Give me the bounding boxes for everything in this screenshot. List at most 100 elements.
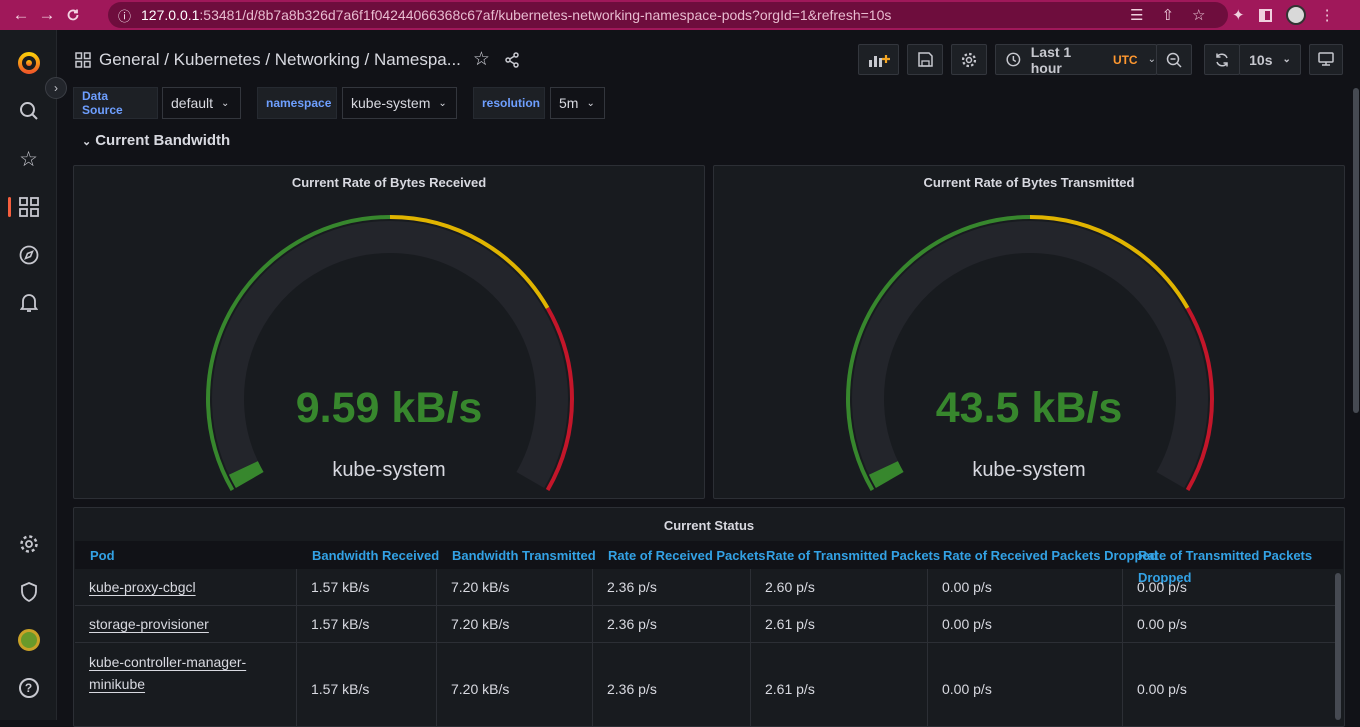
dashboard-title[interactable]: Kubernetes / Networking / Namespa... [174,50,461,70]
chevron-down-icon: ⌄ [221,97,230,109]
table-cell: 2.61 p/s [751,643,928,726]
save-dashboard-icon[interactable] [907,44,943,75]
extensions-icon[interactable]: ✦ [1232,6,1245,24]
variable-label-resolution: resolution [473,87,545,119]
table-cell: 7.20 kB/s [437,569,593,605]
column-header-bandwidth-transmitted[interactable]: Bandwidth Transmitted [452,548,596,563]
configuration-gear-icon[interactable] [0,524,57,564]
variable-label-namespace: namespace [257,87,337,119]
user-avatar[interactable] [0,620,57,660]
back-icon[interactable]: ← [8,0,34,30]
gauge-received [206,215,574,491]
chevron-down-icon: ⌄ [1147,54,1156,65]
table-cell: 0.00 p/s [928,569,1123,605]
column-header-received-packets[interactable]: Rate of Received Packets [608,548,766,563]
table-cell: 1.57 kB/s [297,606,437,642]
starred-icon[interactable]: ☆ [0,139,57,179]
time-range-picker[interactable]: Last 1 hour UTC ⌄ [995,44,1157,76]
table-cell: 1.57 kB/s [297,643,437,726]
table-cell: 2.36 p/s [593,643,751,726]
url-path: :53481/d/8b7a8b326d7a6f1f04244066368c67a… [199,7,892,23]
table-cell: 2.36 p/s [593,606,751,642]
chevron-down-icon: ⌄ [438,97,447,109]
table-cell-pod[interactable]: kube-controller-manager-minikube [75,643,297,726]
tv-mode-icon[interactable] [1309,44,1343,75]
refresh-dashboard-button[interactable] [1204,44,1240,75]
zoom-out-button[interactable] [1156,44,1192,75]
url-host: 127.0.0.1 [141,7,200,23]
table-cell: 7.20 kB/s [437,606,593,642]
variable-value: kube-system [351,95,431,111]
table-cell: 2.60 p/s [751,569,928,605]
chevron-down-icon: ⌄ [586,97,595,109]
search-icon[interactable] [0,91,57,131]
table-cell: 0.00 p/s [928,643,1123,726]
dashboards-icon[interactable] [0,187,57,227]
dashboard-navbar: General / Kubernetes / Networking / Name… [57,30,1360,86]
dashboard-grid-icon [75,51,91,68]
address-bar[interactable]: ⓘ 127.0.0.1:53481/d/8b7a8b326d7a6f1f0424… [108,2,1228,28]
explore-compass-icon[interactable] [0,235,57,275]
table-cell: 0.00 p/s [1137,681,1187,697]
gauge-transmitted [846,215,1214,491]
bookmark-star-icon[interactable]: ☆ [1192,6,1205,24]
table-cell: 2.36 p/s [593,569,751,605]
table-header: Pod Bandwidth Received Bandwidth Transmi… [75,541,1343,585]
breadcrumb-folder[interactable]: General [99,50,159,70]
variable-select-datasource[interactable]: default ⌄ [162,87,241,119]
dashboard-settings-icon[interactable] [951,44,987,75]
pod-link[interactable]: storage-provisioner [89,613,209,635]
gauge-panel-received[interactable]: Current Rate of Bytes Received 9.59 kB/s… [73,165,705,499]
table-panel-current-status[interactable]: Current Status Pod Bandwidth Received Ba… [73,507,1345,727]
variable-select-namespace[interactable]: kube-system ⌄ [342,87,457,119]
translate-icon[interactable]: ☰ [1130,6,1143,24]
refresh-interval-label: 10s [1249,51,1273,68]
pod-link[interactable]: kube-proxy-cbgcl [89,576,196,598]
table-cell: 0.00 p/s [928,606,1123,642]
table-cell: 7.20 kB/s [437,643,593,726]
column-header-transmitted-packets[interactable]: Rate of Transmitted Packets [766,548,940,563]
gauge-series-name: kube-system [972,459,1086,481]
page-scrollbar[interactable] [1353,88,1359,413]
variable-value: default [171,95,214,111]
table-row: kube-proxy-cbgcl 1.57 kB/s 7.20 kB/s 2.3… [75,569,1337,606]
table-row: storage-provisioner 1.57 kB/s 7.20 kB/s … [75,606,1337,643]
add-panel-button[interactable] [858,44,899,75]
forward-icon[interactable]: → [34,0,60,30]
gauge-panel-transmitted[interactable]: Current Rate of Bytes Transmitted 43.5 k… [713,165,1345,499]
clock-icon [1006,52,1021,67]
chevron-down-icon: ⌄ [1282,54,1291,65]
server-admin-shield-icon[interactable] [0,572,57,612]
column-header-received-dropped[interactable]: Rate of Received Packets Dropped [943,548,1158,563]
profile-avatar[interactable] [1285,5,1306,25]
table-cell: 0.00 p/s [1137,579,1187,595]
reload-icon[interactable] [60,0,86,30]
column-header-pod[interactable]: Pod [90,548,115,563]
help-icon[interactable]: ? [0,668,57,708]
pod-link[interactable]: kube-controller-manager-minikube [89,651,256,695]
chevron-down-icon: ⌄ [82,136,92,148]
table-cell-pod[interactable]: storage-provisioner [75,606,297,642]
share-dashboard-icon[interactable] [504,51,520,68]
table-scrollbar[interactable] [1335,573,1341,720]
side-nav: › ☆ ? [0,30,67,720]
gauge-track [852,221,1208,488]
panel-title: Current Status [663,518,755,533]
favorite-star-icon[interactable]: ☆ [473,48,490,71]
browser-menu-icon[interactable]: ⋮ [1320,6,1335,24]
table-cell-pod[interactable]: kube-proxy-cbgcl [75,569,297,605]
refresh-interval-picker[interactable]: 10s ⌄ [1239,44,1301,75]
share-page-icon[interactable]: ⇧ [1161,6,1174,24]
table-row: kube-controller-manager-minikube 1.57 kB… [75,643,1337,726]
column-header-bandwidth-received[interactable]: Bandwidth Received [312,548,439,563]
row-title: Current Bandwidth [95,132,231,149]
row-header-current-bandwidth[interactable]: ⌄ Current Bandwidth [82,132,230,149]
table-cell: 0.00 p/s [1137,616,1187,632]
variable-select-resolution[interactable]: 5m ⌄ [550,87,605,119]
grafana-logo-icon[interactable] [0,43,57,83]
side-panel-icon[interactable] [1258,8,1272,22]
gauge-series-name: kube-system [332,459,446,481]
breadcrumb-separator: / [159,49,174,69]
info-icon[interactable]: ⓘ [118,6,131,25]
alerting-bell-icon[interactable] [0,283,57,323]
